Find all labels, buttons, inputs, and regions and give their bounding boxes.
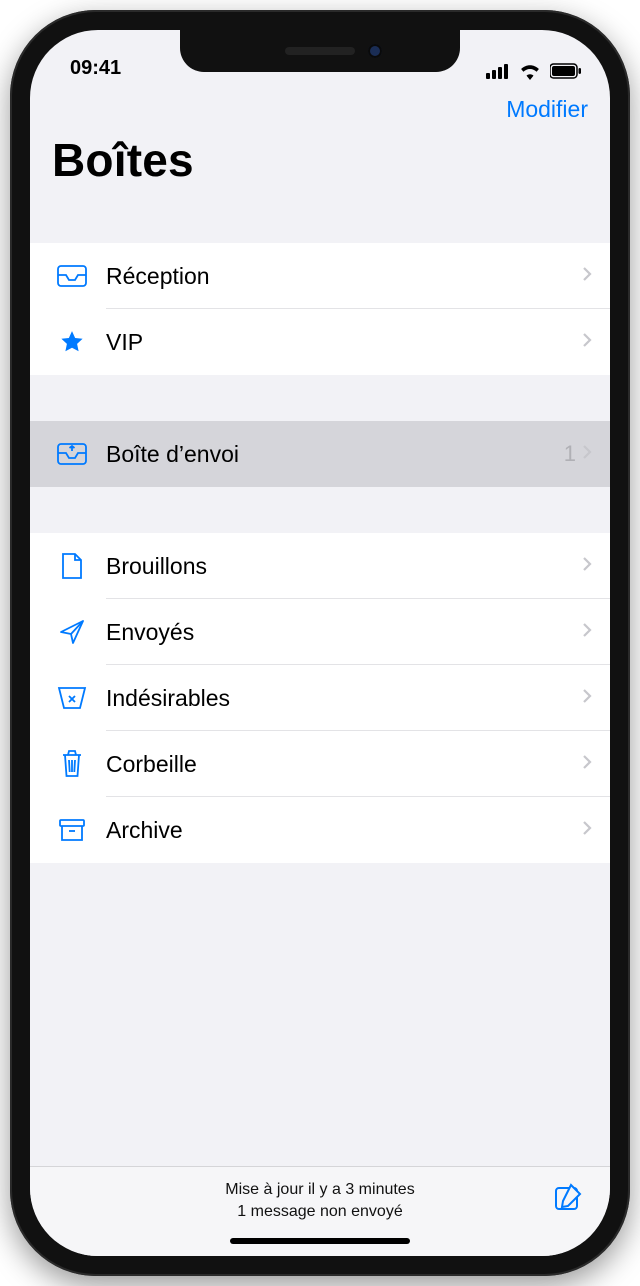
junk-icon [52,686,92,710]
mailbox-row-drafts[interactable]: Brouillons [30,533,610,599]
trash-icon [52,749,92,779]
tray-up-icon [52,443,92,465]
chevron-right-icon [582,266,592,287]
status-line-1: Mise à jour il y a 3 minutes [225,1179,414,1201]
status-time: 09:41 [70,57,121,80]
paperplane-icon [52,618,92,646]
mailbox-label: Boîte d’envoi [92,441,564,468]
archive-icon [52,818,92,842]
tray-icon [52,265,92,287]
mailbox-label: Brouillons [92,553,582,580]
chevron-right-icon [582,754,592,775]
mailbox-group: Réception VIP [30,243,610,375]
mailbox-row-trash[interactable]: Corbeille [30,731,610,797]
mailbox-row-vip[interactable]: VIP [30,309,610,375]
mailbox-label: Corbeille [92,751,582,778]
chevron-right-icon [582,820,592,841]
mailbox-row-sent[interactable]: Envoyés [30,599,610,665]
edit-button[interactable]: Modifier [506,96,588,123]
mailbox-label: VIP [92,329,582,356]
cellular-icon [486,63,510,79]
star-icon [52,329,92,355]
chevron-right-icon [582,622,592,643]
chevron-right-icon [582,688,592,709]
mailbox-row-junk[interactable]: Indésirables [30,665,610,731]
home-indicator[interactable] [230,1238,410,1244]
chevron-right-icon [582,556,592,577]
status-line-2: 1 message non envoyé [225,1201,414,1223]
doc-icon [52,552,92,580]
mailbox-group: Boîte d’envoi 1 [30,421,610,487]
chevron-right-icon [582,332,592,353]
mailbox-label: Envoyés [92,619,582,646]
mailbox-row-archive[interactable]: Archive [30,797,610,863]
mailbox-label: Indésirables [92,685,582,712]
mailbox-row-outbox[interactable]: Boîte d’envoi 1 [30,421,610,487]
compose-button[interactable] [552,1181,584,1218]
mailbox-label: Réception [92,263,582,290]
mailbox-row-inbox[interactable]: Réception [30,243,610,309]
wifi-icon [518,62,542,80]
chevron-right-icon [582,444,592,465]
mailbox-group: Brouillons Envoyés Indésirables [30,533,610,863]
page-title: Boîtes [30,133,610,201]
battery-icon [550,63,582,79]
mailbox-label: Archive [92,817,582,844]
mailbox-count: 1 [564,441,582,467]
